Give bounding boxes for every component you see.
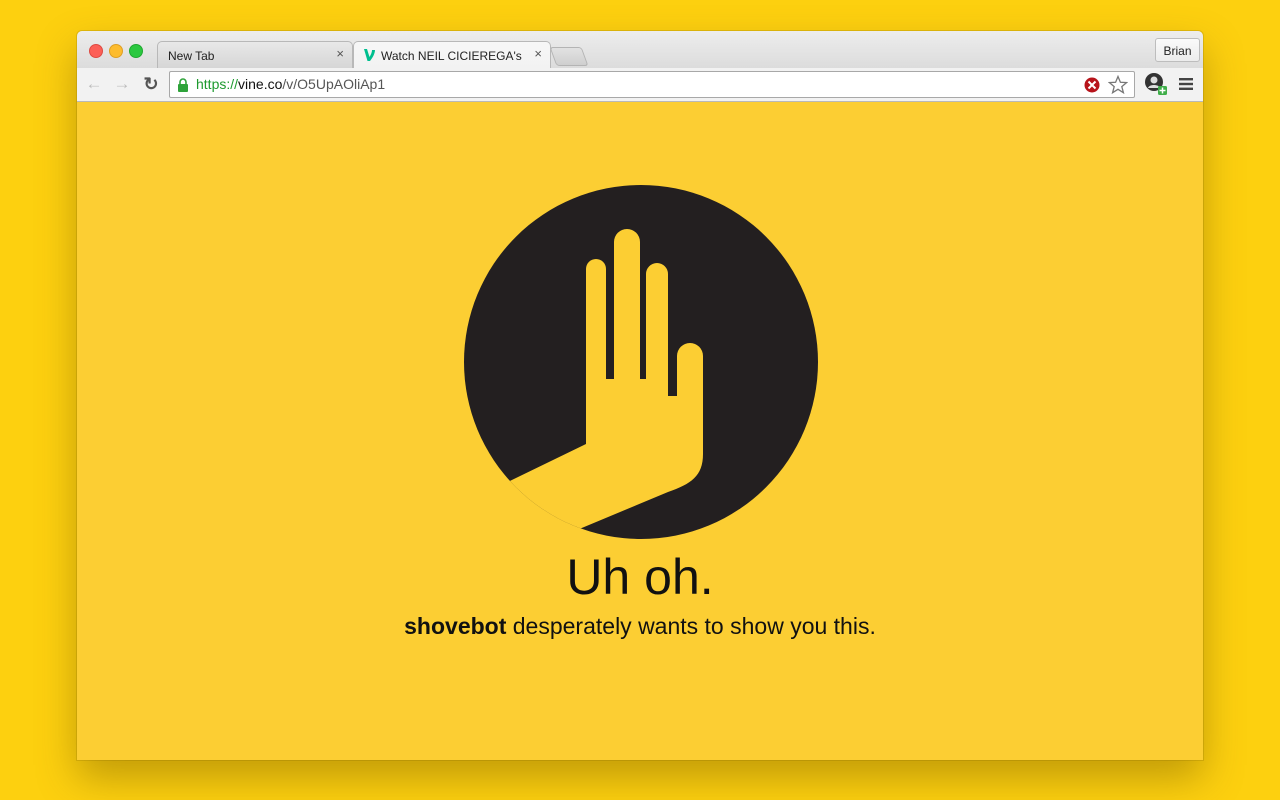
new-tab-button[interactable]	[549, 47, 589, 66]
reload-icon[interactable]: ↻	[141, 74, 161, 94]
blocked-extension-icon[interactable]	[1084, 77, 1100, 93]
tab-strip: New Tab × Watch NEIL CICIEREGA's Vi × Br…	[77, 31, 1203, 68]
tab-close-icon[interactable]: ×	[534, 46, 542, 61]
tab-vine-video[interactable]: Watch NEIL CICIEREGA's Vi ×	[353, 41, 551, 68]
tab-close-icon[interactable]: ×	[336, 46, 344, 61]
vine-favicon-icon	[364, 49, 375, 61]
tab-new-tab[interactable]: New Tab ×	[157, 41, 353, 68]
menu-icon[interactable]	[1178, 76, 1194, 92]
lock-icon	[178, 78, 188, 92]
back-arrow-icon[interactable]: ←	[84, 74, 104, 94]
stop-hand-icon	[464, 185, 818, 539]
address-bar[interactable]: https://vine.co/v/O5UpAOliAp1	[169, 71, 1135, 98]
window-close-button[interactable]	[89, 44, 103, 58]
extension-avatar-icon[interactable]	[1144, 72, 1168, 96]
browser-toolbar: ← → ↻ https://vine.co/v/O5UpAOliAp1	[77, 68, 1203, 102]
profile-button[interactable]: Brian	[1155, 38, 1200, 62]
url-text: https://vine.co/v/O5UpAOliAp1	[196, 76, 385, 92]
tab-title: Watch NEIL CICIEREGA's Vi	[381, 49, 525, 63]
message-text: desperately wants to show you this.	[506, 613, 876, 639]
url-host: vine.co	[238, 76, 283, 92]
page-headline: Uh oh.	[566, 549, 714, 605]
bookmark-star-icon[interactable]	[1108, 75, 1128, 95]
window-minimize-button[interactable]	[109, 44, 123, 58]
page-message: shovebot desperately wants to show you t…	[77, 613, 1203, 640]
username-text: shovebot	[404, 613, 507, 639]
url-scheme: https://	[196, 76, 239, 92]
forward-arrow-icon[interactable]: →	[112, 74, 132, 94]
tab-title: New Tab	[168, 49, 215, 63]
window-maximize-button[interactable]	[129, 44, 143, 58]
browser-window: New Tab × Watch NEIL CICIEREGA's Vi × Br…	[77, 31, 1203, 760]
page-content: Uh oh. shovebot desperately wants to sho…	[77, 102, 1203, 760]
url-path: /v/O5UpAOliAp1	[282, 76, 386, 92]
